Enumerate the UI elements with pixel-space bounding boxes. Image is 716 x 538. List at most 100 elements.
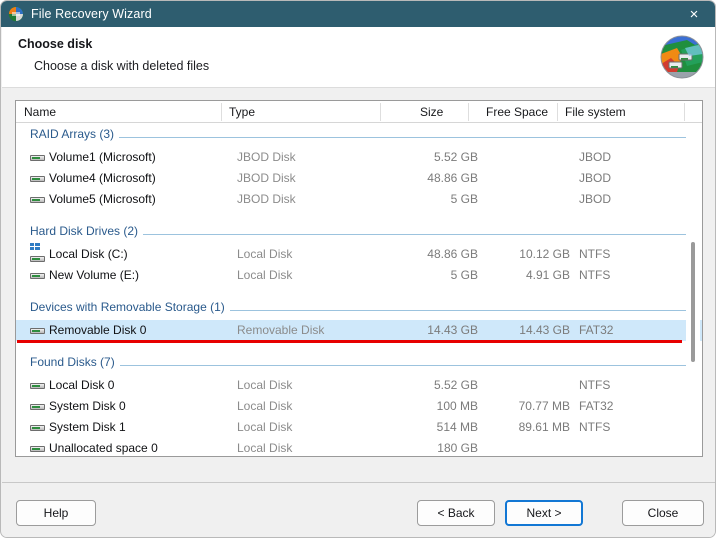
section-label: Found Disks (7) — [30, 355, 120, 369]
table-row[interactable]: Local Disk 0 Local Disk 5.52 GB NTFS — [16, 375, 702, 396]
column-header-name[interactable]: Name — [24, 105, 56, 119]
section-label: Devices with Removable Storage (1) — [30, 300, 230, 314]
cell-type: Local Disk — [237, 268, 293, 282]
app-logo-icon — [8, 6, 24, 22]
column-header-fs[interactable]: File system — [565, 105, 626, 119]
cell-name: Local Disk (C:) — [49, 247, 128, 261]
table-row[interactable]: Volume4 (Microsoft) JBOD Disk 48.86 GB JBOD — [16, 168, 702, 189]
cell-name: Volume1 (Microsoft) — [49, 150, 156, 164]
cell-size: 5 GB — [450, 192, 478, 206]
column-divider[interactable] — [557, 103, 558, 121]
section-header: Devices with Removable Storage (1) — [16, 296, 702, 320]
section-header: RAID Arrays (3) — [16, 123, 702, 147]
cell-size: 5.52 GB — [433, 378, 478, 392]
disk-icon — [30, 444, 45, 453]
section-label: RAID Arrays (3) — [30, 127, 120, 141]
table-row[interactable]: Volume5 (Microsoft) JBOD Disk 5 GB JBOD — [16, 189, 702, 210]
back-button[interactable]: < Back — [417, 500, 495, 526]
content-area: Name Type Size Free Space File system RA… — [2, 88, 715, 457]
cell-size: 5 GB — [450, 268, 478, 282]
cell-name: New Volume (E:) — [49, 268, 140, 282]
cell-file-system: FAT32 — [579, 323, 614, 337]
cell-size: 514 MB — [436, 420, 478, 434]
table-row[interactable]: Volume1 (Microsoft) JBOD Disk 5.52 GB JBOD — [16, 147, 702, 168]
section-label: Hard Disk Drives (2) — [30, 224, 144, 238]
cell-name: System Disk 1 — [49, 420, 126, 434]
table-row[interactable]: New Volume (E:) Local Disk 5 GB 4.91 GB NTFS — [16, 265, 702, 286]
cell-type: JBOD Disk — [237, 171, 296, 185]
cell-type: Removable Disk — [237, 323, 325, 337]
globe-disk-logo — [657, 32, 707, 82]
table-row[interactable]: Removable Disk 0 Removable Disk 14.43 GB 14… — [16, 320, 702, 341]
wizard-header: Choose disk Choose a disk with deleted f… — [2, 27, 715, 88]
cell-file-system: NTFS — [579, 247, 611, 261]
scrollbar-thumb[interactable] — [691, 242, 695, 362]
disk-icon — [30, 195, 45, 204]
cell-size: 48.86 GB — [427, 247, 478, 261]
column-header-free[interactable]: Free Space — [486, 105, 548, 119]
cell-type: JBOD Disk — [237, 150, 296, 164]
cell-free-space: 70.77 MB — [518, 399, 570, 413]
cell-file-system: FAT32 — [579, 399, 614, 413]
file-recovery-wizard-window: File Recovery Wizard × Choose disk Choos… — [0, 0, 716, 538]
column-divider[interactable] — [221, 103, 222, 121]
vertical-scrollbar[interactable] — [686, 124, 700, 456]
section-rule — [30, 137, 686, 138]
disk-icon — [30, 174, 45, 183]
cell-name: Unallocated space 0 — [49, 441, 158, 455]
cell-free-space: 14.43 GB — [519, 323, 570, 337]
cell-name: Removable Disk 0 — [49, 323, 147, 337]
cell-type: Local Disk — [237, 420, 293, 434]
cell-file-system: JBOD — [579, 150, 612, 164]
close-icon[interactable]: × — [671, 1, 715, 27]
cell-free-space: 89.61 MB — [518, 420, 570, 434]
cell-type: Local Disk — [237, 441, 293, 455]
cell-type: Local Disk — [237, 247, 293, 261]
title-bar: File Recovery Wizard × — [1, 1, 715, 27]
disk-icon — [30, 423, 45, 432]
cell-free-space: 10.12 GB — [519, 247, 570, 261]
cell-size: 5.52 GB — [433, 150, 478, 164]
disk-list[interactable]: Name Type Size Free Space File system RA… — [15, 100, 703, 457]
cell-file-system: NTFS — [579, 420, 611, 434]
section-header: Found Disks (7) — [16, 351, 702, 375]
annotation-underline — [17, 340, 682, 343]
table-row[interactable]: Local Disk (C:) Local Disk 48.86 GB 10.12 G… — [16, 243, 702, 265]
cell-size: 14.43 GB — [427, 323, 478, 337]
cell-type: JBOD Disk — [237, 192, 296, 206]
cell-name: Volume5 (Microsoft) — [49, 192, 156, 206]
section-header: Hard Disk Drives (2) — [16, 220, 702, 244]
disk-icon — [30, 254, 45, 263]
cell-file-system: JBOD — [579, 192, 612, 206]
next-button[interactable]: Next > — [505, 500, 583, 526]
disk-icon — [30, 271, 45, 280]
cell-name: System Disk 0 — [49, 399, 126, 413]
cell-file-system: JBOD — [579, 171, 612, 185]
column-divider[interactable] — [468, 103, 469, 121]
column-divider[interactable] — [684, 103, 685, 121]
column-header-type[interactable]: Type — [229, 105, 255, 119]
disk-icon — [30, 402, 45, 411]
cell-type: Local Disk — [237, 399, 293, 413]
cell-name: Volume4 (Microsoft) — [49, 171, 156, 185]
table-row[interactable]: System Disk 1 Local Disk 514 MB 89.61 MB NTF… — [16, 417, 702, 438]
page-subtitle: Choose a disk with deleted files — [34, 59, 210, 73]
disk-icon — [30, 381, 45, 390]
cell-size: 48.86 GB — [427, 171, 478, 185]
window-title: File Recovery Wizard — [31, 7, 152, 21]
cell-file-system: NTFS — [579, 268, 611, 282]
table-row[interactable]: Unallocated space 0 Local Disk 180 GB — [16, 438, 702, 456]
column-header-size[interactable]: Size — [420, 105, 443, 119]
cell-size: 100 MB — [436, 399, 478, 413]
help-button[interactable]: Help — [16, 500, 96, 526]
disk-rows: RAID Arrays (3) Volume1 (Microsoft) JBOD D… — [16, 123, 702, 456]
cell-name: Local Disk 0 — [49, 378, 115, 392]
column-divider[interactable] — [380, 103, 381, 121]
table-row[interactable]: System Disk 0 Local Disk 100 MB 70.77 MB FAT… — [16, 396, 702, 417]
close-button[interactable]: Close — [622, 500, 704, 526]
disk-icon — [30, 153, 45, 162]
cell-size: 180 GB — [437, 441, 478, 455]
windows-flag-icon — [30, 243, 41, 252]
